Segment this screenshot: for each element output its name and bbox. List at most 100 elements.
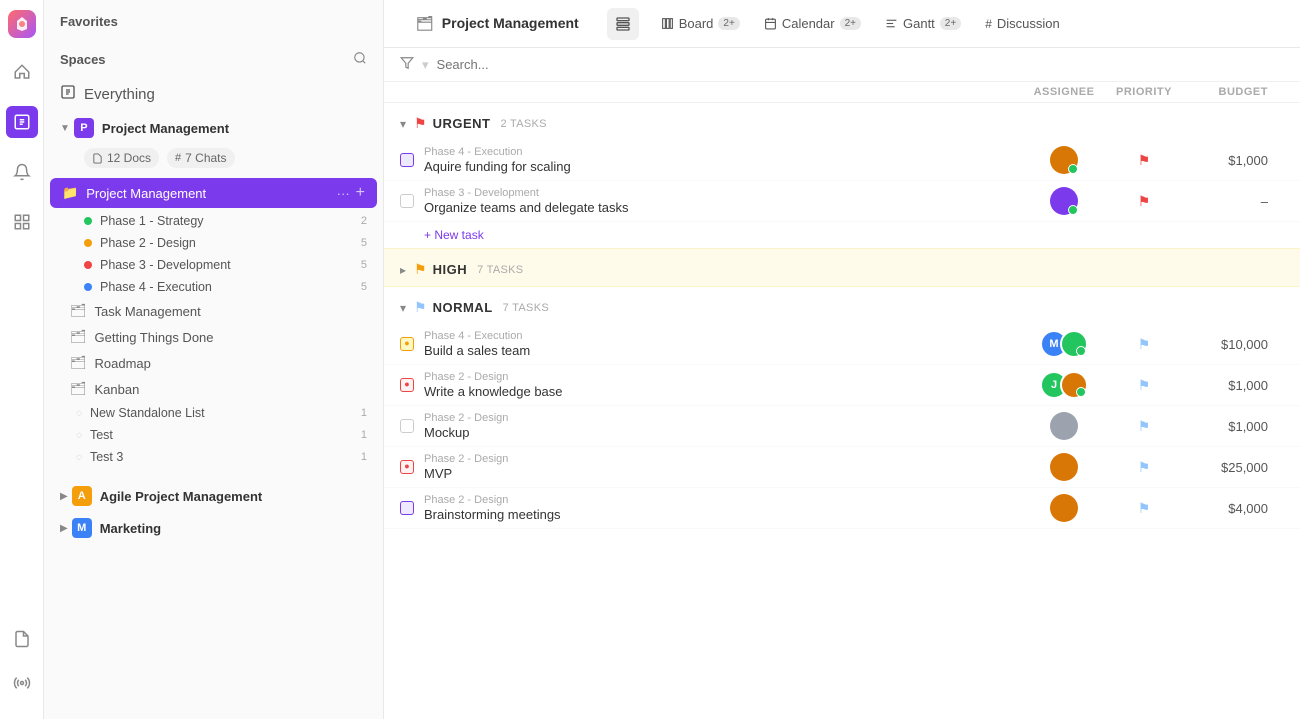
grid-icon[interactable] [6,206,38,238]
task-row[interactable]: Phase 2 - Design Brainstorming meetings … [384,488,1300,529]
home-icon[interactable] [6,56,38,88]
folder-getting-things-done[interactable]: 🗂 Getting Things Done [44,324,383,350]
task-checkbox[interactable] [400,153,414,167]
task-assignee: J [1024,371,1104,399]
space-marketing[interactable]: ▶ M Marketing [44,512,383,544]
list-test[interactable]: ◌ Test 1 [44,424,383,446]
view-toggle-btn[interactable] [607,8,639,40]
task-info: Phase 2 - Design Mockup [424,412,1024,440]
list-test-name: Test [90,428,113,442]
priority-flag-icon: ⚑ [1138,377,1151,394]
task-checkbox[interactable]: ● [400,378,414,392]
task-budget: $1,000 [1184,419,1284,434]
phase-2-dot [84,239,92,247]
tab-gantt-label: Gantt [903,16,935,31]
task-row[interactable]: Phase 4 - Execution Aquire funding for s… [384,140,1300,181]
task-assignee: M [1024,330,1104,358]
sidebar-item-everything[interactable]: Everything [44,76,383,112]
chats-badge[interactable]: # 7 Chats [167,148,234,168]
urgent-toggle[interactable]: ▾ [400,117,406,131]
phase-3-dot [84,261,92,269]
list-test3[interactable]: ◌ Test 3 1 [44,446,383,468]
phase-3-item[interactable]: Phase 3 - Development 5 [44,254,383,276]
high-toggle[interactable]: ▸ [400,263,406,277]
marketing-badge: M [72,518,92,538]
list-icon-test: ◌ [76,430,82,441]
task-checkbox[interactable] [400,419,414,433]
notifications-icon[interactable] [6,156,38,188]
pm-space-name: Project Management [102,121,229,136]
normal-toggle[interactable]: ▾ [400,301,406,315]
folder-gtd-label: Getting Things Done [95,330,214,345]
task-priority: ⚑ [1104,336,1184,353]
task-phase: Phase 4 - Execution [424,330,1024,342]
new-task-urgent-btn[interactable]: + New task [384,222,1300,248]
phase-4-item[interactable]: Phase 4 - Execution 5 [44,276,383,298]
tab-calendar[interactable]: Calendar 2+ [754,11,871,36]
active-folder-project-management[interactable]: 📁 Project Management ··· + [50,178,377,208]
folder-kb-label: Kanban [95,382,140,397]
list-standalone[interactable]: ◌ New Standalone List 1 [44,402,383,424]
top-bar: 🗂 Project Management Board 2+ Calendar 2… [384,0,1300,48]
priority-flag-icon: ⚑ [1138,336,1151,353]
col-budget-header: BUDGET [1184,86,1284,98]
task-row[interactable]: ● Phase 2 - Design Write a knowledge bas… [384,365,1300,406]
folder-add-icon[interactable]: + [356,184,365,202]
task-checkbox[interactable] [400,501,414,515]
task-name: Brainstorming meetings [424,507,1024,522]
avatar [1050,494,1078,522]
phase-1-dot [84,217,92,225]
space-project-management[interactable]: ▼ P Project Management [44,112,383,144]
high-flag-icon: ⚑ [414,261,427,278]
sidebar: Favorites Spaces Everything ▼ P Project … [44,0,384,719]
task-row[interactable]: Phase 3 - Development Organize teams and… [384,181,1300,222]
phase-4-dot [84,283,92,291]
task-name: Build a sales team [424,343,1024,358]
radio-icon[interactable] [6,667,38,699]
file-icon[interactable] [6,623,38,655]
list-test3-count: 1 [361,451,367,463]
avatar [1050,412,1078,440]
task-budget: $1,000 [1184,378,1284,393]
task-row[interactable]: ● Phase 2 - Design MVP ⚑ $25,000 [384,447,1300,488]
avatar [1050,187,1078,215]
folder-kanban[interactable]: 🗂 Kanban [44,376,383,402]
docs-badge[interactable]: 12 Docs [84,148,159,168]
task-assignee [1024,453,1104,481]
folder-menu-dots[interactable]: ··· [337,186,350,201]
task-info: Phase 4 - Execution Build a sales team [424,330,1024,358]
task-priority: ⚑ [1104,500,1184,517]
table-content: ▾ ⚑ URGENT 2 TASKS Phase 4 - Execution A… [384,103,1300,719]
phase-2-item[interactable]: Phase 2 - Design 5 [44,232,383,254]
high-count: 7 TASKS [477,264,523,276]
app-logo[interactable] [8,10,36,38]
folder-task-management[interactable]: 🗂 Task Management [44,298,383,324]
task-info: Phase 2 - Design MVP [424,453,1024,481]
filter-icon[interactable] [400,56,414,73]
task-checkbox[interactable] [400,194,414,208]
task-row[interactable]: Phase 2 - Design Mockup ⚑ $1,000 [384,406,1300,447]
task-checkbox[interactable]: ● [400,460,414,474]
task-phase: Phase 3 - Development [424,187,1024,199]
discussion-hash-icon: # [985,17,992,31]
folder-tm-label: Task Management [95,304,201,319]
tab-gantt[interactable]: Gantt 2+ [875,11,971,36]
task-checkbox[interactable]: ● [400,337,414,351]
folder-roadmap[interactable]: 🗂 Roadmap [44,350,383,376]
tab-board[interactable]: Board 2+ [651,11,750,36]
high-title: HIGH [433,262,468,277]
tab-discussion[interactable]: # Discussion [975,11,1070,36]
normal-flag-icon: ⚑ [414,299,427,316]
task-row[interactable]: ● Phase 4 - Execution Build a sales team… [384,324,1300,365]
folder-icon-tm: 🗂 [70,303,87,319]
tab-calendar-label: Calendar [782,16,835,31]
pm-docs-chats-row: 12 Docs # 7 Chats [44,144,383,176]
phase-3-count: 5 [361,259,367,271]
col-assignee-header: ASSIGNEE [1024,86,1104,98]
phase-1-item[interactable]: Phase 1 - Strategy 2 [44,210,383,232]
tasks-icon[interactable] [6,106,38,138]
search-input[interactable] [437,57,1284,72]
task-info: Phase 2 - Design Brainstorming meetings [424,494,1024,522]
space-agile[interactable]: ▶ A Agile Project Management [44,480,383,512]
spaces-search-icon[interactable] [353,51,367,68]
